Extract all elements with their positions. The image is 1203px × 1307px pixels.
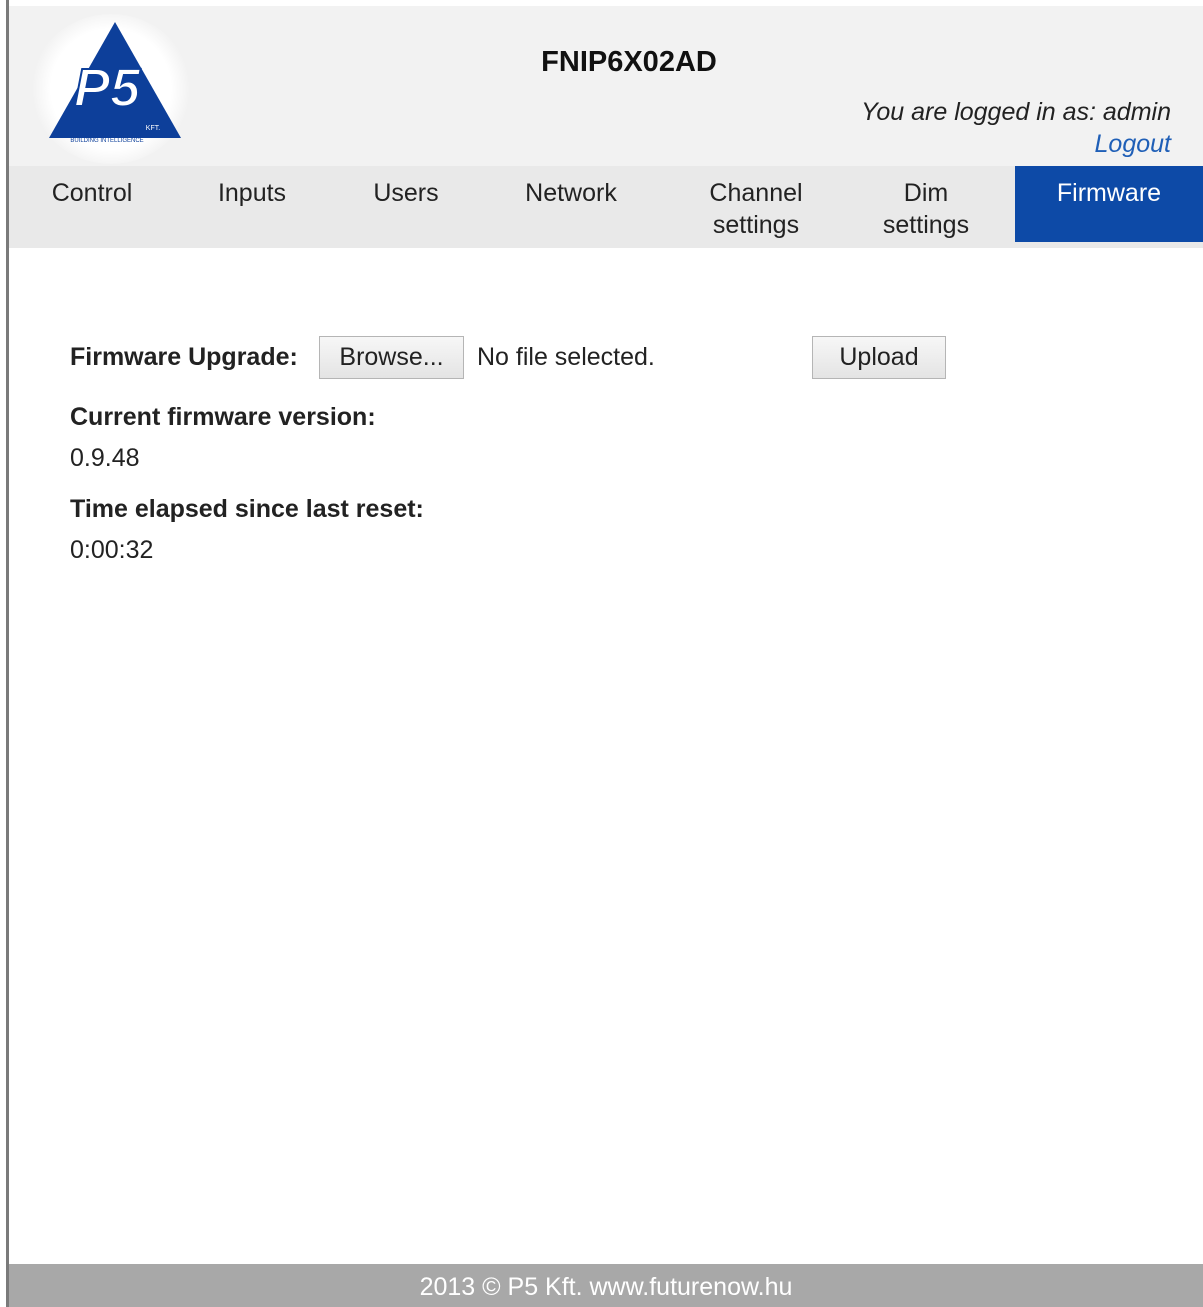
footer: 2013 © P5 Kft. www.futurenow.hu <box>9 1264 1203 1307</box>
p5-logo: P5 KFT. BUILDING INTELLIGENCE <box>49 22 181 144</box>
nav-channel-settings[interactable]: Channel settings <box>681 166 831 242</box>
nav-dim-settings[interactable]: Dim settings <box>861 166 991 242</box>
browse-button[interactable]: Browse... <box>319 336 464 379</box>
nav-network[interactable]: Network <box>506 166 636 242</box>
uptime-value: 0:00:32 <box>70 536 154 564</box>
firmware-upgrade-label: Firmware Upgrade: <box>70 343 298 371</box>
page: P5 KFT. BUILDING INTELLIGENCE FNIP6X02AD… <box>0 0 1203 1307</box>
nav-users[interactable]: Users <box>341 166 471 242</box>
logo-sub: KFT. <box>146 125 160 132</box>
device-title: FNIP6X02AD <box>541 46 717 78</box>
header: P5 KFT. BUILDING INTELLIGENCE FNIP6X02AD… <box>9 6 1203 166</box>
main-nav: Control Inputs Users Network Channel set… <box>9 166 1203 248</box>
logout-link[interactable]: Logout <box>1095 130 1171 159</box>
upload-button[interactable]: Upload <box>812 336 946 379</box>
firmware-version-label: Current firmware version: <box>70 403 376 431</box>
nav-firmware[interactable]: Firmware <box>1015 166 1203 242</box>
nav-inputs[interactable]: Inputs <box>187 166 317 242</box>
firmware-panel: Firmware Upgrade: Browse... No file sele… <box>70 333 1070 564</box>
file-status: No file selected. <box>477 343 655 371</box>
uptime-label: Time elapsed since last reset: <box>70 495 424 523</box>
firmware-version-value: 0.9.48 <box>70 444 140 472</box>
login-status: You are logged in as: admin <box>861 98 1171 126</box>
firmware-upgrade-row: Firmware Upgrade: Browse... No file sele… <box>70 333 1070 381</box>
logo-tagline: BUILDING INTELLIGENCE <box>70 138 143 144</box>
nav-control[interactable]: Control <box>27 166 157 242</box>
